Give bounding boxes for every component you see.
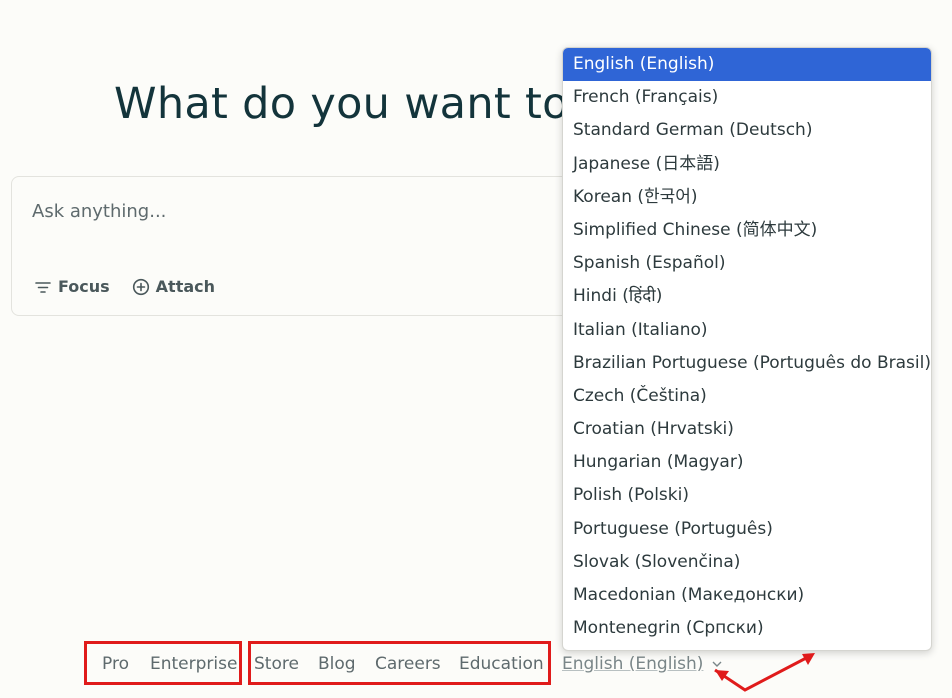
language-option[interactable]: Japanese (日本語) bbox=[563, 148, 931, 181]
footer-link-enterprise[interactable]: Enterprise bbox=[150, 654, 237, 674]
language-option[interactable]: Montenegrin (Српски) bbox=[563, 612, 931, 645]
footer-link-pro[interactable]: Pro bbox=[102, 654, 129, 674]
language-option[interactable]: Korean (한국어) bbox=[563, 181, 931, 214]
language-option[interactable]: English (English) bbox=[563, 48, 931, 82]
language-option[interactable]: Hindi (हिंदी) bbox=[563, 280, 931, 313]
language-option[interactable]: Standard German (Deutsch) bbox=[563, 114, 931, 147]
footer: Pro Enterprise Store Blog Careers Educat… bbox=[0, 641, 952, 685]
language-option[interactable]: Croatian (Hrvatski) bbox=[563, 413, 931, 446]
language-option[interactable]: French (Français) bbox=[563, 81, 931, 114]
ask-toolbar: Focus Attach bbox=[34, 277, 215, 296]
filter-icon bbox=[34, 278, 52, 296]
language-option[interactable]: Spanish (Español) bbox=[563, 247, 931, 280]
attach-label: Attach bbox=[155, 277, 216, 296]
ask-input-placeholder[interactable]: Ask anything... bbox=[32, 201, 166, 222]
footer-link-education[interactable]: Education bbox=[459, 654, 544, 674]
language-option[interactable]: Hungarian (Magyar) bbox=[563, 446, 931, 479]
language-option[interactable]: Portuguese (Português) bbox=[563, 513, 931, 546]
language-option[interactable]: Polish (Polski) bbox=[563, 479, 931, 512]
ask-box[interactable]: Ask anything... Focus Attach bbox=[11, 176, 611, 316]
page: What do you want to Ask anything... Focu… bbox=[0, 0, 952, 698]
language-select-label: English (English) bbox=[562, 654, 704, 674]
chevron-down-icon bbox=[711, 654, 723, 674]
page-headline: What do you want to bbox=[114, 79, 569, 129]
language-option[interactable]: Italian (Italiano) bbox=[563, 314, 931, 347]
footer-link-careers[interactable]: Careers bbox=[375, 654, 441, 674]
language-option[interactable]: Slovak (Slovenčina) bbox=[563, 546, 931, 579]
attach-button[interactable]: Attach bbox=[132, 277, 215, 296]
language-option[interactable]: Macedonian (Македонски) bbox=[563, 579, 931, 612]
footer-link-store[interactable]: Store bbox=[254, 654, 299, 674]
plus-circle-icon bbox=[132, 278, 150, 296]
language-select[interactable]: English (English) bbox=[562, 654, 723, 674]
language-option[interactable]: Czech (Čeština) bbox=[563, 380, 931, 413]
language-dropdown-list[interactable]: English (English) French (Français) Standa… bbox=[562, 47, 932, 651]
focus-label: Focus bbox=[58, 277, 110, 296]
language-option[interactable]: Brazilian Portuguese (Português do Brasi… bbox=[563, 347, 931, 380]
footer-link-blog[interactable]: Blog bbox=[318, 654, 356, 674]
focus-button[interactable]: Focus bbox=[34, 277, 110, 296]
language-option[interactable]: Simplified Chinese (简体中文) bbox=[563, 214, 931, 247]
